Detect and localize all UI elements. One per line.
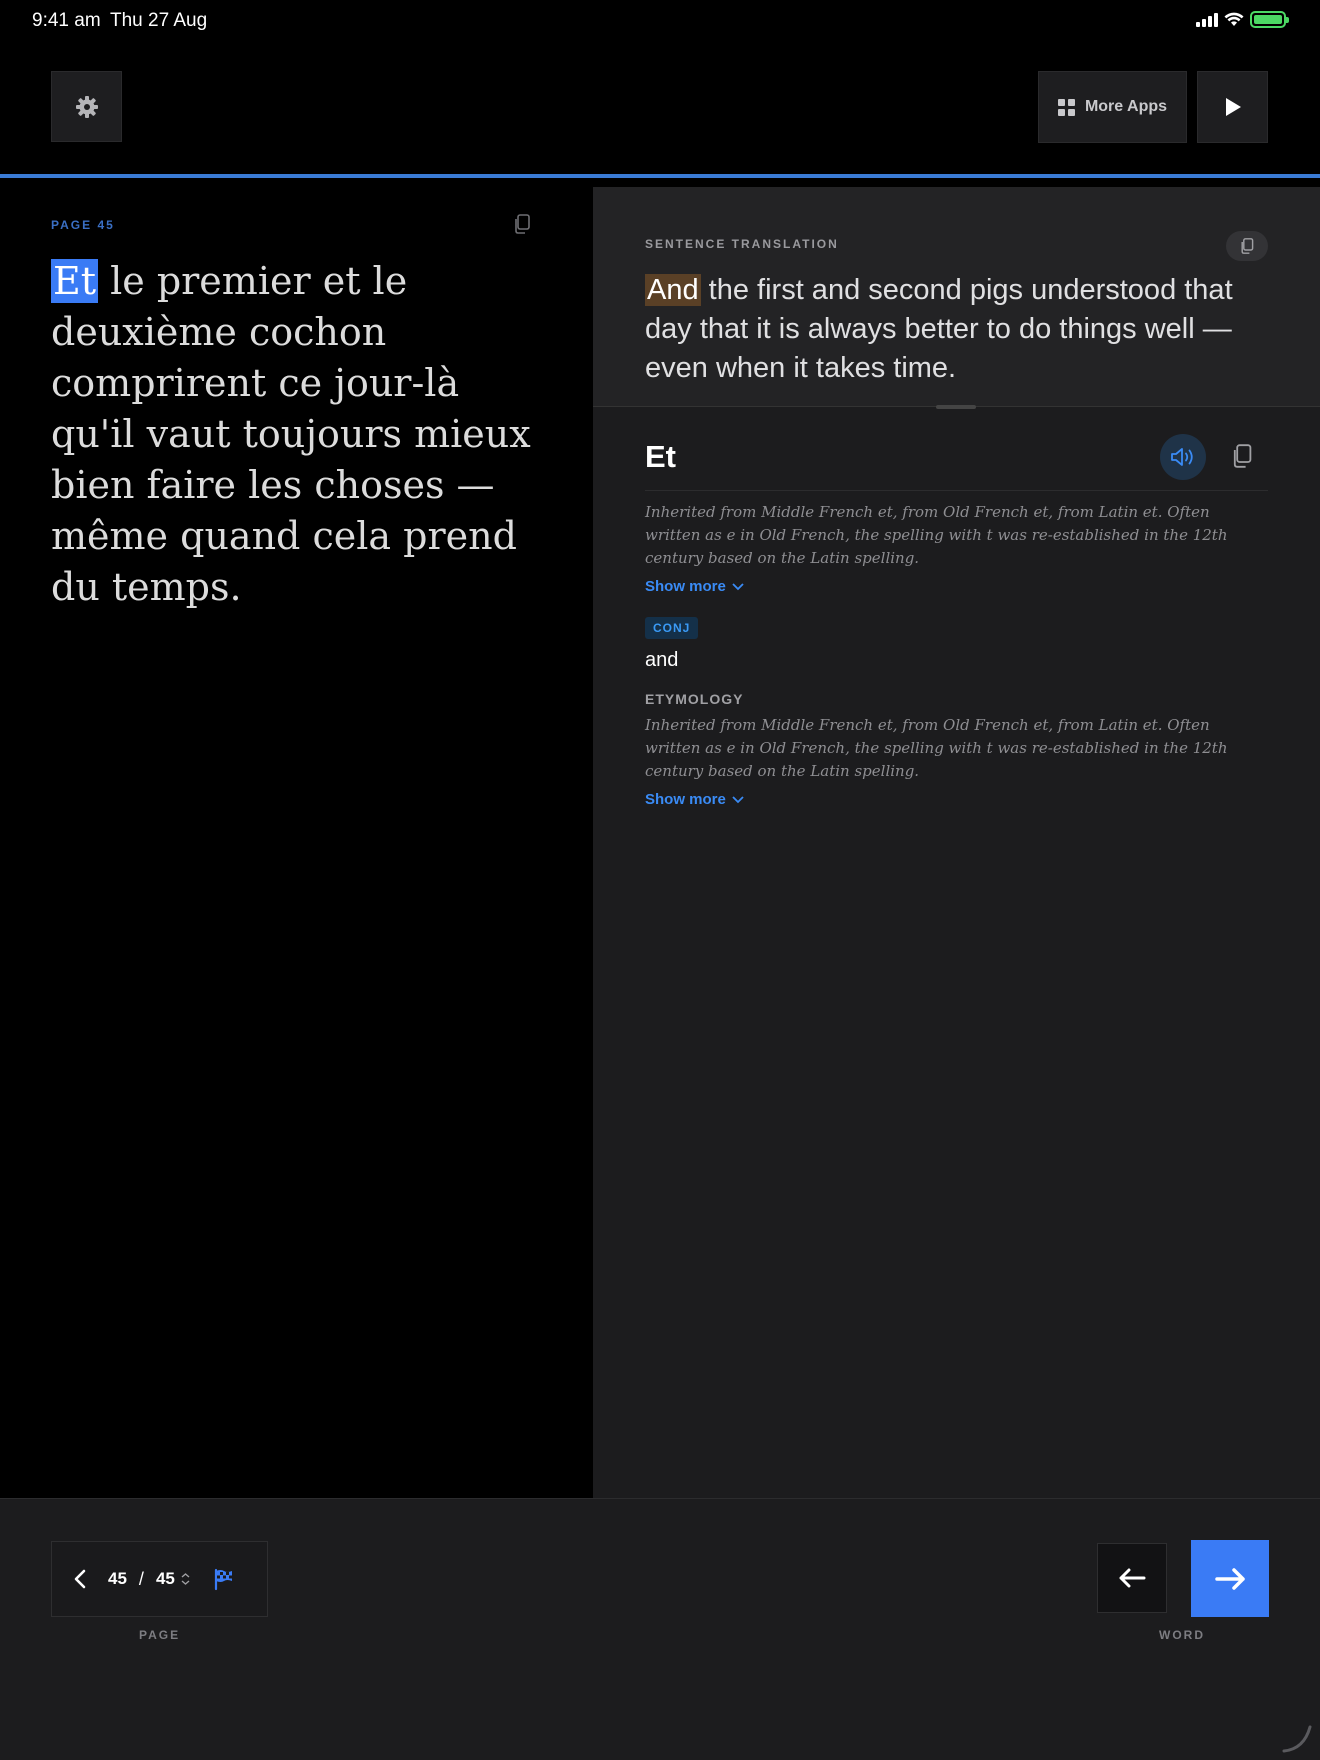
total-pages[interactable]: 45 <box>156 1569 175 1589</box>
wifi-icon <box>1224 12 1244 26</box>
status-icons <box>1196 11 1289 28</box>
gear-icon <box>75 95 98 118</box>
more-apps-label: More Apps <box>1084 98 1168 115</box>
translation-label: SENTENCE TRANSLATION <box>645 237 839 251</box>
drag-handle[interactable] <box>936 405 976 409</box>
definition: and <box>645 649 679 671</box>
part-of-speech-badge: CONJ <box>645 617 699 639</box>
translation-copy-button[interactable] <box>1226 231 1268 261</box>
page-caption: PAGE <box>139 1628 181 1642</box>
etymology-intro: Inherited from Middle French et, from Ol… <box>645 503 1228 567</box>
previous-page-button[interactable] <box>52 1541 108 1617</box>
word-heading: Et <box>645 439 676 474</box>
chevron-down-icon <box>732 795 744 803</box>
source-panel: PAGE 45 Et le premier et le deuxième coc… <box>0 178 593 1498</box>
page-separator: / <box>138 1568 144 1589</box>
dictionary-panel: SENTENCE TRANSLATION And the first and s… <box>593 187 1320 1498</box>
finish-flag-icon[interactable] <box>212 1567 236 1591</box>
show-more-link[interactable]: Show more <box>645 791 744 808</box>
translation-block: SENTENCE TRANSLATION And the first and s… <box>593 187 1320 409</box>
page-label: PAGE 45 <box>51 218 115 232</box>
resize-handle-icon <box>1282 1725 1312 1753</box>
show-more-label: Show more <box>645 791 726 808</box>
word-caption: WORD <box>1159 1628 1205 1642</box>
source-highlighted-word[interactable]: Et <box>51 259 99 303</box>
translation-text: And the first and second pigs understood… <box>645 271 1275 388</box>
etymology-label: ETYMOLOGY <box>645 691 744 707</box>
translation-rest-text: the first and second pigs understood tha… <box>645 274 1233 384</box>
source-text: Et le premier et le deuxième cochon comp… <box>51 256 551 613</box>
arrow-right-icon <box>1215 1567 1245 1590</box>
speaker-icon <box>1171 448 1193 466</box>
previous-word-button[interactable] <box>1097 1543 1167 1613</box>
bottom-bar: 45 / 45 PAGE WORD <box>0 1498 1320 1760</box>
copy-icon[interactable] <box>512 213 532 235</box>
next-word-button[interactable] <box>1191 1540 1269 1617</box>
settings-button[interactable] <box>51 71 122 142</box>
pronounce-button[interactable] <box>1160 434 1206 480</box>
etymology-text: Inherited from Middle French et, from Ol… <box>645 716 1228 780</box>
status-time: 9:41 am <box>32 10 101 31</box>
divider <box>645 490 1268 491</box>
play-button[interactable] <box>1197 71 1268 143</box>
battery-icon <box>1250 11 1289 28</box>
chevron-left-icon <box>74 1569 86 1589</box>
arrow-left-icon <box>1119 1568 1146 1588</box>
grid-icon <box>1057 98 1075 116</box>
cellular-signal-icon <box>1196 12 1218 27</box>
chevron-down-icon <box>732 582 744 590</box>
current-page[interactable]: 45 <box>108 1569 127 1589</box>
source-rest-text[interactable]: le premier et le deuxième cochon comprir… <box>51 259 531 609</box>
page-stepper-icon[interactable] <box>181 1573 190 1585</box>
status-bar: 9:41 am Thu 27 Aug <box>0 0 1320 40</box>
play-icon <box>1225 98 1241 116</box>
page-navigator: 45 / 45 <box>51 1541 268 1617</box>
copy-icon <box>1241 238 1254 254</box>
more-apps-button[interactable]: More Apps <box>1038 71 1187 143</box>
show-more-link[interactable]: Show more <box>645 578 744 595</box>
status-date: Thu 27 Aug <box>110 10 208 31</box>
show-more-label: Show more <box>645 578 726 595</box>
copy-icon[interactable] <box>1230 442 1254 470</box>
translation-highlighted-word: And <box>645 274 701 306</box>
